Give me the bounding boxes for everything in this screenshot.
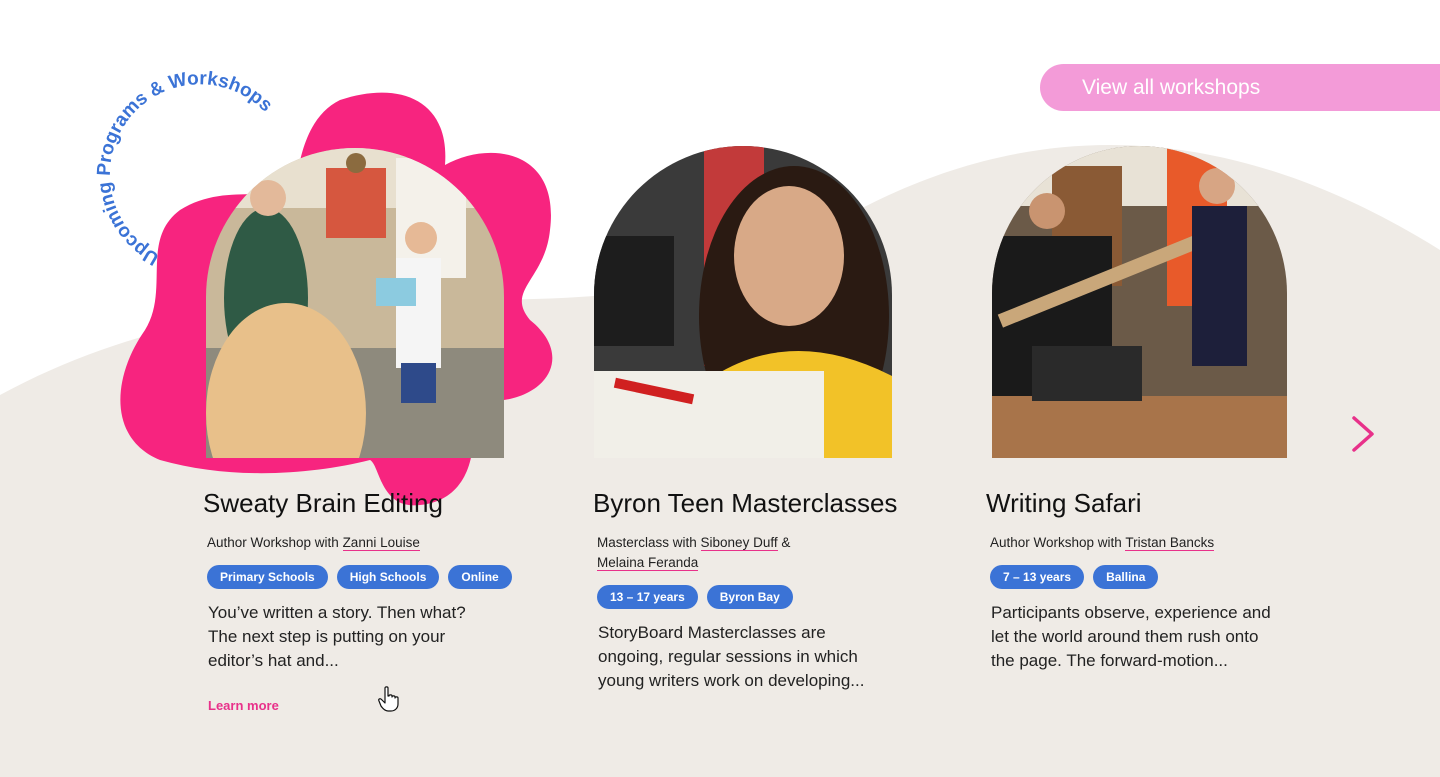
tag[interactable]: Primary Schools — [207, 565, 328, 589]
byline-prefix: Author Workshop with — [207, 535, 343, 550]
chevron-right-icon[interactable] — [1346, 414, 1380, 454]
workshop-card: Writing Safari Author Workshop with Tris… — [986, 488, 1316, 673]
author-joiner: & — [777, 535, 791, 550]
workshop-card: Sweaty Brain Editing Author Workshop wit… — [203, 488, 533, 673]
card-description: StoryBoard Masterclasses are ongoing, re… — [598, 623, 865, 690]
card-1-photo — [206, 148, 504, 458]
tag-list: 7 – 13 years Ballina — [990, 565, 1316, 589]
tag[interactable]: Online — [448, 565, 512, 589]
hand-pointer-icon — [378, 686, 399, 712]
learn-more-link[interactable]: Learn more — [208, 698, 279, 713]
author-link[interactable]: Tristan Bancks — [1125, 535, 1215, 551]
card-title[interactable]: Writing Safari — [986, 488, 1316, 519]
card-byline: Masterclass with Siboney Duff & Melaina F… — [597, 533, 827, 573]
byline-prefix: Author Workshop with — [990, 535, 1126, 550]
tag-list: 13 – 17 years Byron Bay — [597, 585, 923, 609]
view-all-workshops-button[interactable]: View all workshops — [1040, 64, 1440, 111]
card-title[interactable]: Sweaty Brain Editing — [203, 488, 533, 519]
workshop-card: Byron Teen Masterclasses Masterclass wit… — [593, 488, 923, 693]
author-link[interactable]: Melaina Feranda — [597, 555, 699, 571]
tag[interactable]: Ballina — [1093, 565, 1159, 589]
author-link[interactable]: Zanni Louise — [342, 535, 420, 551]
card-2-photo — [594, 146, 892, 458]
tag[interactable]: Byron Bay — [706, 585, 793, 609]
card-byline: Author Workshop with Tristan Bancks — [990, 533, 1316, 553]
tag[interactable]: 13 – 17 years — [597, 585, 698, 609]
card-byline: Author Workshop with Zanni Louise — [207, 533, 533, 553]
author-link[interactable]: Siboney Duff — [700, 535, 778, 551]
card-title[interactable]: Byron Teen Masterclasses — [593, 488, 923, 519]
card-3-photo — [992, 146, 1287, 458]
card-description: Participants observe, experience and let… — [991, 603, 1271, 670]
tag[interactable]: High Schools — [336, 565, 440, 589]
tag[interactable]: 7 – 13 years — [990, 565, 1085, 589]
byline-prefix: Masterclass with — [597, 535, 701, 550]
tag-list: Primary Schools High Schools Online — [207, 565, 533, 589]
card-description: You’ve written a story. Then what? The n… — [208, 603, 466, 670]
